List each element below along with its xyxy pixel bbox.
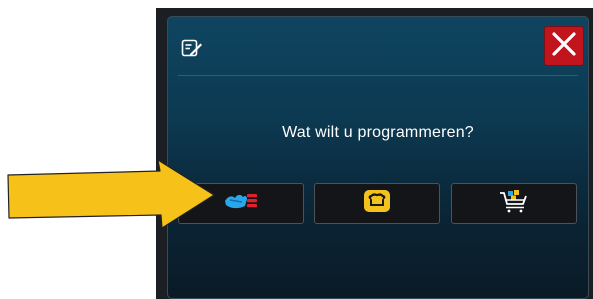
program-options [178, 183, 580, 224]
dialog-prompt: Wat wilt u programmeren? [282, 124, 474, 141]
close-icon [551, 31, 577, 62]
basket-icon [499, 189, 529, 218]
bread-icon [363, 189, 391, 218]
header-divider [178, 75, 578, 76]
basket-option[interactable] [451, 183, 577, 224]
annotation-arrow [7, 159, 215, 229]
screenshot-stage: Wat wilt u programmeren? [0, 0, 593, 299]
close-button[interactable] [544, 26, 584, 66]
edit-icon [181, 37, 203, 59]
bread-option[interactable] [314, 183, 440, 224]
cooking-steps-icon [223, 190, 259, 217]
program-dialog: Wat wilt u programmeren? [167, 16, 589, 299]
